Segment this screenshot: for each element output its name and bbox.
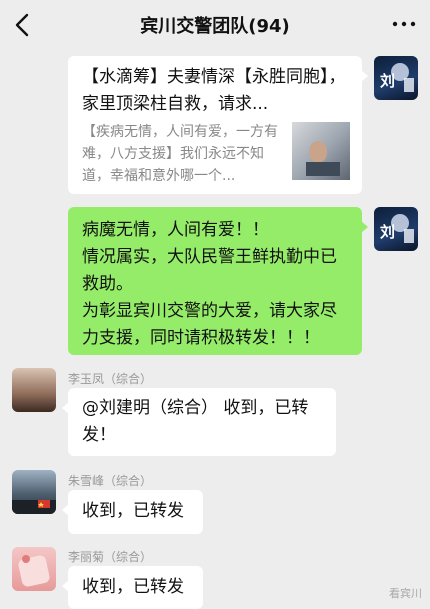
watermark: 看宾川: [389, 587, 422, 600]
avatar[interactable]: [12, 368, 56, 412]
bubble-tail: [361, 70, 368, 82]
bubble-tail: [62, 504, 69, 516]
card-title: 【水滴筹】夫妻情深【永胜同胞】，家里顶梁柱自救，请求...: [82, 67, 346, 114]
text-message[interactable]: 收到，已转发: [62, 566, 203, 609]
more-icon[interactable]: [392, 16, 416, 32]
svg-text:刘: 刘: [380, 223, 395, 241]
svg-text:刘: 刘: [380, 72, 395, 90]
message-line: 为彰显宾川交警的大爱，请大家尽力支援，同时请积极转发！！！: [82, 301, 337, 348]
chat-header: 宾川交警团队(94): [0, 0, 430, 50]
text-message[interactable]: @刘建明（综合） 收到，已转发！: [62, 388, 336, 456]
bubble-tail: [62, 580, 69, 592]
sender-name: 李玉凤（综合）: [68, 372, 153, 386]
avatar-liu-image: 刘: [380, 214, 414, 243]
message-text: 病魔无情，人间有爱！！ 情况属实，大队民警王鲜执勤中已救助。 为彰显宾川交警的大…: [82, 217, 352, 352]
chat-title: 宾川交警团队(94): [140, 16, 290, 37]
link-card-message[interactable]: 【水滴筹】夫妻情深【永胜同胞】，家里顶梁柱自救，请求... 【疾病无情，人间有爱…: [68, 56, 368, 194]
bubble-tail: [62, 402, 69, 414]
text-message[interactable]: 收到，已转发: [62, 490, 203, 534]
sender-name: 李丽菊（综合）: [68, 550, 153, 564]
message-text: 收到，已转发: [82, 577, 184, 597]
bubble-tail: [361, 221, 368, 233]
own-text-message[interactable]: 病魔无情，人间有爱！！ 情况属实，大队民警王鲜执勤中已救助。 为彰显宾川交警的大…: [68, 207, 368, 355]
avatar-liu-image: 刘: [380, 63, 414, 92]
card-description: 【疾病无情，人间有爱，一方有难，八方支援】我们永远不知道，幸福和意外哪一个...: [82, 124, 278, 184]
message-line: 情况属实，大队民警王鲜执勤中已救助。: [82, 247, 337, 294]
avatar[interactable]: 刘: [374, 207, 418, 251]
card-thumbnail: [292, 122, 350, 180]
avatar[interactable]: [12, 470, 56, 514]
sender-name: 朱雪峰（综合）: [68, 474, 153, 488]
avatar[interactable]: 刘: [374, 56, 418, 100]
avatar-zhu-image: [12, 500, 56, 514]
message-line: 病魔无情，人间有爱！！: [82, 220, 269, 240]
message-text: @刘建明（综合） 收到，已转发！: [82, 398, 309, 445]
avatar-li2-image: [18, 555, 50, 587]
avatar[interactable]: [12, 547, 56, 591]
message-text: 收到，已转发: [82, 501, 184, 521]
